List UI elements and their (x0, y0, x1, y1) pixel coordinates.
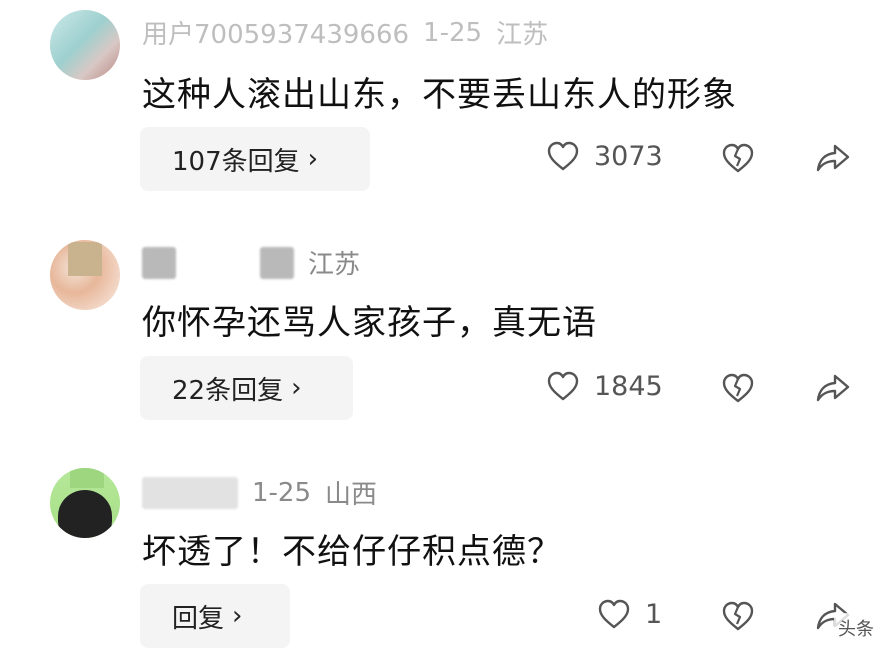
chevron-right-icon: › (232, 601, 243, 631)
username-redacted[interactable] (142, 246, 176, 279)
like-button[interactable]: 1845 (546, 370, 663, 402)
comment-meta: 用户7005937439666 1-25 江苏 (142, 14, 548, 51)
like-button[interactable]: 1 (597, 598, 662, 630)
reply-label: 回复 (172, 603, 225, 634)
reply-count-label: 107条回复 (172, 146, 300, 177)
broken-heart-icon[interactable] (721, 600, 755, 632)
broken-heart-icon[interactable] (721, 372, 755, 404)
view-replies-button[interactable]: 107条回复 › (140, 127, 370, 191)
comment-location: 山西 (325, 480, 378, 510)
comment-meta: 1-25 山西 (142, 474, 377, 511)
avatar[interactable] (50, 240, 120, 310)
comment-date: 1-25 (423, 17, 483, 48)
heart-outline-icon (598, 599, 630, 629)
avatar[interactable] (50, 10, 120, 80)
share-arrow-icon[interactable] (815, 372, 851, 404)
like-count: 1845 (594, 370, 663, 402)
view-replies-button[interactable]: 22条回复 › (140, 356, 353, 420)
comment-text: 坏透了！不给仔仔积点德？ (142, 532, 562, 572)
share-arrow-icon[interactable] (815, 142, 851, 174)
reply-count-label: 22条回复 (172, 375, 284, 406)
username[interactable]: 用户7005937439666 (142, 14, 409, 51)
comment-text: 这种人滚出山东，不要丢山东人的形象 (142, 75, 737, 115)
comment-text: 你怀孕还骂人家孩子，真无语 (142, 303, 597, 343)
chevron-right-icon: › (291, 373, 302, 403)
heart-outline-icon (547, 141, 579, 171)
username-redacted[interactable] (142, 476, 238, 509)
broken-heart-icon[interactable] (721, 142, 755, 174)
comment-meta: 江苏 (142, 244, 360, 281)
like-button[interactable]: 3073 (546, 140, 663, 172)
reply-button[interactable]: 回复 › (140, 584, 290, 648)
chevron-right-icon: › (307, 144, 319, 174)
avatar[interactable] (50, 468, 120, 538)
comment-location: 江苏 (308, 250, 361, 280)
comment-location: 江苏 (496, 20, 549, 50)
username-redacted[interactable] (260, 246, 294, 279)
heart-outline-icon (547, 371, 579, 401)
like-count: 1 (645, 598, 663, 630)
like-count: 3073 (594, 140, 663, 172)
comment-date: 1-25 (252, 477, 312, 508)
watermark: 头条 (834, 613, 878, 643)
